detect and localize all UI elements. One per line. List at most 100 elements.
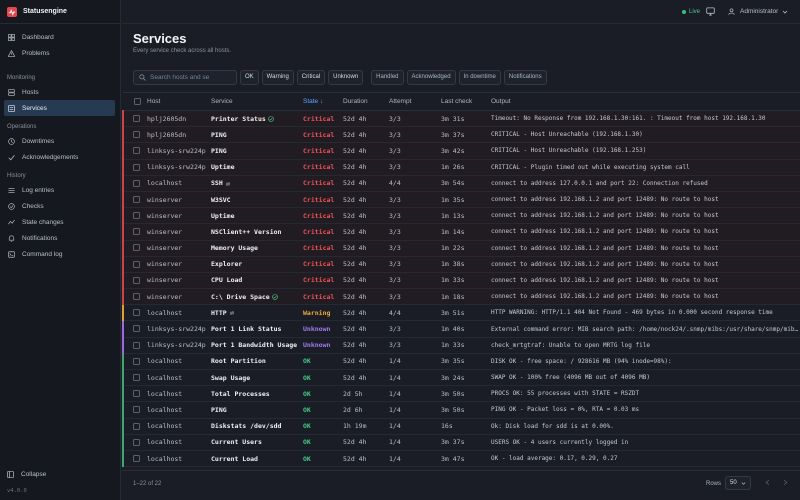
sidebar-item-acknowledgements[interactable]: Acknowledgements — [0, 149, 115, 165]
service-cell[interactable]: Uptime — [211, 208, 303, 224]
select-all-checkbox[interactable] — [134, 97, 141, 105]
service-cell[interactable]: Port 1 Link Status — [211, 321, 303, 337]
table-row[interactable]: hplj2605dn Printer Status Critical 52d 4… — [122, 110, 800, 127]
filter-chip-acknowledged[interactable]: Acknowledged — [406, 69, 456, 85]
column-header-last-check[interactable]: Last check — [441, 93, 491, 111]
host-cell[interactable]: hplj2605dn — [147, 111, 211, 127]
host-cell[interactable]: winserver — [147, 240, 211, 256]
monitor-icon[interactable] — [706, 7, 715, 16]
host-cell[interactable]: localhost — [147, 370, 211, 386]
host-cell[interactable]: winserver — [147, 256, 211, 272]
row-checkbox[interactable] — [133, 147, 140, 155]
column-header-state[interactable]: State ↓ — [303, 93, 343, 111]
row-checkbox[interactable] — [133, 179, 140, 187]
service-cell[interactable]: Current Users — [211, 434, 303, 450]
service-cell[interactable]: Explorer — [211, 256, 303, 272]
service-cell[interactable]: HTTP — [211, 305, 303, 321]
sidebar-item-state-changes[interactable]: State changes — [0, 214, 115, 230]
sidebar-item-hosts[interactable]: Hosts — [0, 84, 115, 100]
column-header-host[interactable]: Host — [147, 93, 211, 111]
table-row[interactable]: winserver Memory Usage Critical 52d 4h 3… — [122, 240, 800, 257]
row-checkbox[interactable] — [133, 131, 140, 139]
host-cell[interactable]: localhost — [147, 353, 211, 369]
next-page-icon[interactable] — [782, 479, 789, 486]
table-row[interactable]: linksys-srw224p Port 1 Link Status Unkno… — [122, 320, 800, 338]
service-cell[interactable]: Printer Status — [211, 111, 303, 127]
search-box[interactable] — [133, 69, 237, 85]
filter-chip-unknown[interactable]: Unknown — [328, 69, 364, 85]
host-cell[interactable]: localhost — [147, 305, 211, 321]
sidebar-item-log-entries[interactable]: Log entries — [0, 182, 115, 198]
user-menu[interactable]: Administrator — [728, 8, 788, 15]
service-cell[interactable]: SSH — [211, 175, 303, 191]
search-input[interactable] — [150, 73, 230, 81]
table-row[interactable]: winserver NSClient++ Version Critical 52… — [122, 223, 800, 240]
row-checkbox[interactable] — [133, 454, 140, 462]
table-row[interactable]: localhost Diskstats /dev/sdd OK 1h 19m 1… — [122, 418, 800, 435]
sidebar-item-problems[interactable]: Problems — [0, 45, 115, 61]
collapse-button[interactable]: Collapse — [7, 471, 46, 478]
table-row[interactable]: localhost PING OK 2d 6h 1/4 3m 50s PING … — [122, 401, 800, 419]
table-row[interactable]: winserver C:\ Drive Space Critical 52d 4… — [122, 288, 800, 305]
row-checkbox[interactable] — [133, 293, 140, 301]
service-cell[interactable]: Port 1 Bandwidth Usage — [211, 337, 303, 353]
host-cell[interactable]: localhost — [147, 418, 211, 434]
table-row[interactable]: localhost Total Processes OK 2d 5h 1/4 3… — [122, 385, 800, 402]
table-row[interactable]: linksys-srw224p PING Critical 52d 4h 3/3… — [122, 142, 800, 160]
filter-chip-warning[interactable]: Warning — [261, 69, 294, 85]
host-cell[interactable]: winserver — [147, 208, 211, 224]
host-cell[interactable]: localhost — [147, 434, 211, 450]
table-row[interactable]: winserver CPU Load Critical 52d 4h 3/3 1… — [122, 272, 800, 289]
table-row[interactable]: localhost Current Users OK 52d 4h 1/4 3m… — [122, 434, 800, 451]
sidebar-item-dashboard[interactable]: Dashboard — [0, 29, 115, 45]
service-cell[interactable]: W3SVC — [211, 191, 303, 207]
service-cell[interactable]: Current Load — [211, 450, 303, 466]
filter-chip-critical[interactable]: Critical — [296, 69, 326, 85]
row-checkbox[interactable] — [133, 422, 140, 430]
host-cell[interactable]: localhost — [147, 175, 211, 191]
service-cell[interactable]: PING — [211, 402, 303, 418]
sidebar-item-command-log[interactable]: Command log — [0, 246, 115, 262]
row-checkbox[interactable] — [133, 244, 140, 252]
row-checkbox[interactable] — [133, 390, 140, 398]
row-checkbox[interactable] — [133, 163, 140, 171]
host-cell[interactable]: hplj2605dn — [147, 127, 211, 143]
service-cell[interactable]: PING — [211, 143, 303, 159]
row-checkbox[interactable] — [133, 438, 140, 446]
filter-chip-handled[interactable]: Handled — [371, 69, 404, 85]
filter-chip-notifications[interactable]: Notifications — [503, 69, 547, 85]
row-checkbox[interactable] — [133, 212, 140, 220]
previous-page-icon[interactable] — [764, 479, 771, 486]
table-row[interactable]: localhost SSH Critical 52d 4h 4/4 3m 54s… — [122, 175, 800, 192]
sidebar-item-checks[interactable]: Checks — [0, 198, 115, 214]
service-cell[interactable]: C:\ Drive Space — [211, 289, 303, 305]
column-header-service[interactable]: Service — [211, 93, 303, 111]
table-row[interactable]: localhost Current Load OK 52d 4h 1/4 3m … — [122, 450, 800, 467]
row-checkbox[interactable] — [133, 325, 140, 333]
table-row[interactable]: hplj2605dn PING Critical 52d 4h 3/3 3m 3… — [122, 126, 800, 143]
service-cell[interactable]: Uptime — [211, 159, 303, 175]
rows-per-page-select[interactable]: 50 — [725, 476, 751, 490]
table-row[interactable]: winserver Explorer Critical 52d 4h 3/3 1… — [122, 256, 800, 273]
host-cell[interactable]: linksys-srw224p — [147, 321, 211, 337]
host-cell[interactable]: winserver — [147, 191, 211, 207]
table-row[interactable]: localhost Swap Usage OK 52d 4h 1/4 3m 24… — [122, 369, 800, 386]
filter-chip-in-downtime[interactable]: In downtime — [458, 69, 501, 85]
table-row[interactable]: linksys-srw224p Port 1 Bandwidth Usage U… — [122, 337, 800, 354]
sidebar-item-notifications[interactable]: Notifications — [0, 230, 115, 246]
column-header-attempt[interactable]: Attempt — [389, 93, 441, 111]
live-indicator[interactable]: Live — [682, 9, 700, 15]
row-checkbox[interactable] — [133, 309, 140, 317]
table-row[interactable]: winserver W3SVC Critical 52d 4h 3/3 1m 3… — [122, 191, 800, 208]
service-cell[interactable]: Swap Usage — [211, 370, 303, 386]
row-checkbox[interactable] — [133, 260, 140, 268]
service-cell[interactable]: NSClient++ Version — [211, 224, 303, 240]
host-cell[interactable]: localhost — [147, 450, 211, 466]
row-checkbox[interactable] — [133, 406, 140, 414]
row-checkbox[interactable] — [133, 195, 140, 203]
host-cell[interactable]: winserver — [147, 272, 211, 288]
column-header-output[interactable]: Output — [491, 93, 800, 111]
host-cell[interactable]: linksys-srw224p — [147, 337, 211, 353]
host-cell[interactable]: localhost — [147, 402, 211, 418]
service-cell[interactable]: Root Partition — [211, 353, 303, 369]
